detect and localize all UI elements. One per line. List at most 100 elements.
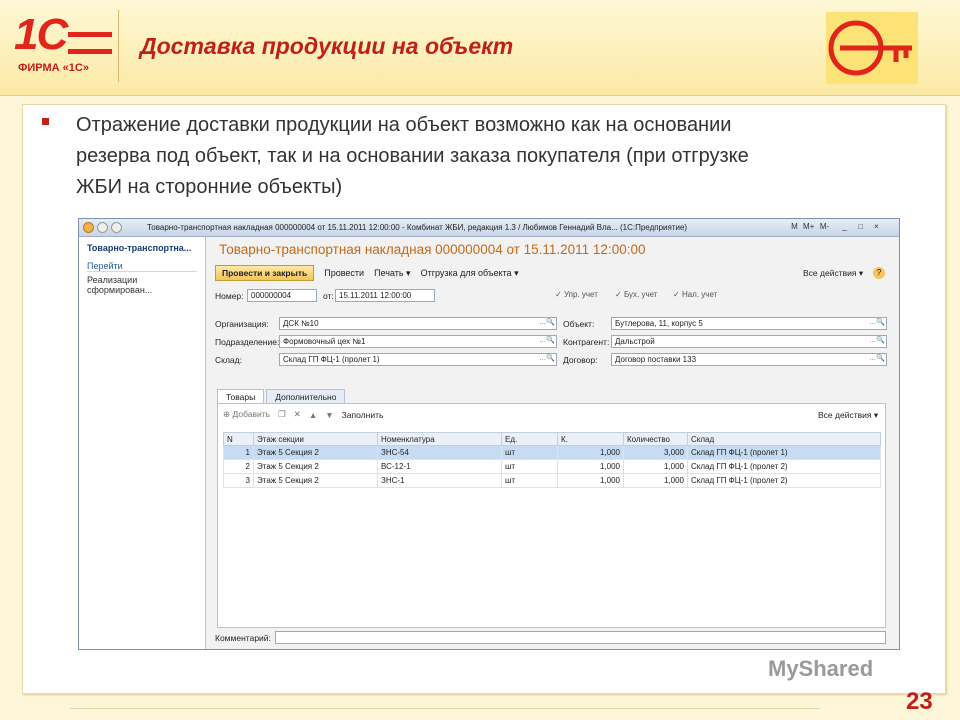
dept-label: Подразделение: bbox=[215, 337, 280, 347]
object-label: Объект: bbox=[563, 319, 595, 329]
1c-document-window: Товарно-транспортная накладная 000000004… bbox=[78, 218, 900, 650]
table-toolbar: ⊕ Добавить ❐ ✕ ▲ ▼ Заполнить bbox=[223, 409, 383, 420]
add-row-button[interactable]: ⊕ Добавить bbox=[223, 409, 270, 420]
col-header[interactable]: Количество bbox=[623, 432, 688, 446]
date-label: от: bbox=[323, 291, 334, 301]
post-and-close-button[interactable]: Провести и закрыть bbox=[215, 265, 315, 281]
col-header[interactable]: Ед. bbox=[501, 432, 558, 446]
help-icon[interactable]: ? bbox=[873, 267, 885, 279]
memory-button[interactable]: М bbox=[789, 222, 800, 233]
nal-label: Нал. учет bbox=[681, 290, 718, 299]
close-button[interactable]: × bbox=[871, 222, 882, 233]
cell[interactable]: шт bbox=[501, 445, 558, 460]
search-icon[interactable]: …🔍 bbox=[869, 354, 885, 362]
cell[interactable]: Склад ГП ФЦ-1 (пролет 2) bbox=[687, 473, 881, 488]
form-area: Товарно-транспортная накладная 000000004… bbox=[215, 237, 895, 649]
contract-value: Договор поставки 133 bbox=[615, 355, 697, 364]
cell[interactable]: 3,000 bbox=[623, 445, 688, 460]
col-header[interactable]: Этаж секции bbox=[253, 432, 378, 446]
cell[interactable]: Этаж 5 Секция 2 bbox=[253, 459, 378, 474]
tab-goods[interactable]: Товары bbox=[217, 389, 265, 404]
delete-icon[interactable]: ✕ bbox=[294, 409, 301, 420]
navigation-panel: Товарно-транспортна... Перейти Реализаци… bbox=[79, 237, 206, 649]
cell[interactable]: 1,000 bbox=[557, 473, 624, 488]
warehouse-label: Склад: bbox=[215, 355, 242, 365]
header-divider bbox=[118, 10, 119, 82]
cell[interactable]: ЗНС-1 bbox=[377, 473, 502, 488]
cell[interactable]: шт bbox=[501, 459, 558, 474]
col-header[interactable]: N bbox=[223, 432, 254, 446]
add-label: Добавить bbox=[232, 409, 271, 419]
post-button[interactable]: Провести bbox=[324, 268, 364, 278]
contract-field[interactable]: Договор поставки 133 …🔍 bbox=[611, 353, 887, 366]
cell[interactable]: 1,000 bbox=[623, 459, 688, 474]
slide-header: 1С ФИРМА «1С» Доставка продукции на объе… bbox=[0, 0, 960, 96]
move-down-icon[interactable]: ▼ bbox=[325, 410, 333, 420]
cell[interactable]: Склад ГП ФЦ-1 (пролет 2) bbox=[687, 459, 881, 474]
search-icon[interactable]: …🔍 bbox=[539, 336, 555, 344]
search-icon[interactable]: …🔍 bbox=[869, 318, 885, 326]
date-field[interactable]: 15.11.2011 12:00:00 bbox=[335, 289, 435, 302]
number-label: Номер: bbox=[215, 291, 244, 301]
key-emblem-icon bbox=[826, 12, 918, 84]
tab-additional[interactable]: Дополнительно bbox=[266, 389, 346, 404]
warehouse-field[interactable]: Склад ГП ФЦ-1 (пролет 1) …🔍 bbox=[279, 353, 557, 366]
dept-field[interactable]: Формовочный цех №1 …🔍 bbox=[279, 335, 557, 348]
copy-icon[interactable]: ❐ bbox=[278, 409, 286, 420]
search-icon[interactable]: …🔍 bbox=[869, 336, 885, 344]
cell[interactable]: 3 bbox=[223, 473, 254, 488]
number-field[interactable]: 000000004 bbox=[247, 289, 317, 302]
table-row[interactable]: 1 Этаж 5 Секция 2 ЗНС-54 шт 1,000 3,000 … bbox=[223, 445, 881, 460]
col-header[interactable]: Номенклатура bbox=[377, 432, 502, 446]
table-row[interactable]: 2 Этаж 5 Секция 2 ВС-12-1 шт 1,000 1,000… bbox=[223, 459, 881, 474]
upr-checkbox[interactable]: ✓ Упр. учет bbox=[555, 290, 598, 299]
memory-plus-button[interactable]: М+ bbox=[803, 222, 814, 233]
memory-minus-button[interactable]: М- bbox=[819, 222, 830, 233]
print-menu[interactable]: Печать ▾ bbox=[374, 268, 411, 279]
cell[interactable]: 1 bbox=[223, 445, 254, 460]
cell[interactable]: 1,000 bbox=[623, 473, 688, 488]
cell[interactable]: шт bbox=[501, 473, 558, 488]
buh-checkbox[interactable]: ✓ Бух. учет bbox=[615, 290, 657, 299]
cell[interactable]: Этаж 5 Секция 2 bbox=[253, 473, 378, 488]
logo-text: 1С bbox=[14, 10, 68, 59]
move-up-icon[interactable]: ▲ bbox=[309, 410, 317, 420]
minimize-button[interactable]: _ bbox=[839, 222, 850, 233]
comment-field[interactable] bbox=[275, 631, 886, 644]
col-header[interactable]: Склад bbox=[687, 432, 881, 446]
cell[interactable]: Склад ГП ФЦ-1 (пролет 1) bbox=[687, 445, 881, 460]
form-header: Товарно-транспортная накладная 000000004… bbox=[219, 242, 646, 257]
slide-title: Доставка продукции на объект bbox=[140, 33, 514, 59]
nav-sales-link[interactable]: Реализации сформирован... bbox=[87, 275, 197, 295]
page-number: 23 bbox=[906, 688, 933, 715]
tab-bar: Товары Дополнительно bbox=[217, 389, 347, 404]
bullet-line-1: Отражение доставки продукции на объект в… bbox=[76, 114, 732, 136]
fill-button[interactable]: Заполнить bbox=[342, 410, 384, 420]
forward-icon[interactable] bbox=[111, 222, 122, 233]
cell[interactable]: 1,000 bbox=[557, 445, 624, 460]
back-icon[interactable] bbox=[97, 222, 108, 233]
shipment-menu[interactable]: Отгрузка для объекта ▾ bbox=[421, 268, 519, 279]
all-actions-menu[interactable]: Все действия ▾ bbox=[803, 268, 863, 279]
table-all-actions-menu[interactable]: Все действия ▾ bbox=[818, 410, 878, 421]
contractor-field[interactable]: Дальстрой …🔍 bbox=[611, 335, 887, 348]
cell[interactable]: Этаж 5 Секция 2 bbox=[253, 445, 378, 460]
nal-checkbox[interactable]: ✓ Нал. учет bbox=[673, 290, 717, 299]
warehouse-value: Склад ГП ФЦ-1 (пролет 1) bbox=[283, 355, 380, 364]
table-row[interactable]: 3 Этаж 5 Секция 2 ЗНС-1 шт 1,000 1,000 С… bbox=[223, 473, 881, 488]
search-icon[interactable]: …🔍 bbox=[539, 318, 555, 326]
footer-line bbox=[70, 708, 820, 709]
cell[interactable]: 1,000 bbox=[557, 459, 624, 474]
cell[interactable]: 2 bbox=[223, 459, 254, 474]
object-field[interactable]: Бутлерова, 11, корпус 5 …🔍 bbox=[611, 317, 887, 330]
cell[interactable]: ЗНС-54 bbox=[377, 445, 502, 460]
col-header[interactable]: К. bbox=[557, 432, 624, 446]
cell[interactable]: ВС-12-1 bbox=[377, 459, 502, 474]
goods-table: N Этаж секции Номенклатура Ед. К. Количе… bbox=[223, 432, 881, 488]
org-field[interactable]: ДСК №10 …🔍 bbox=[279, 317, 557, 330]
search-icon[interactable]: …🔍 bbox=[539, 354, 555, 362]
dept-value: Формовочный цех №1 bbox=[283, 337, 366, 346]
maximize-button[interactable]: □ bbox=[855, 222, 866, 233]
app-icon[interactable] bbox=[83, 222, 94, 233]
nav-document-link[interactable]: Товарно-транспортна... bbox=[87, 243, 197, 253]
